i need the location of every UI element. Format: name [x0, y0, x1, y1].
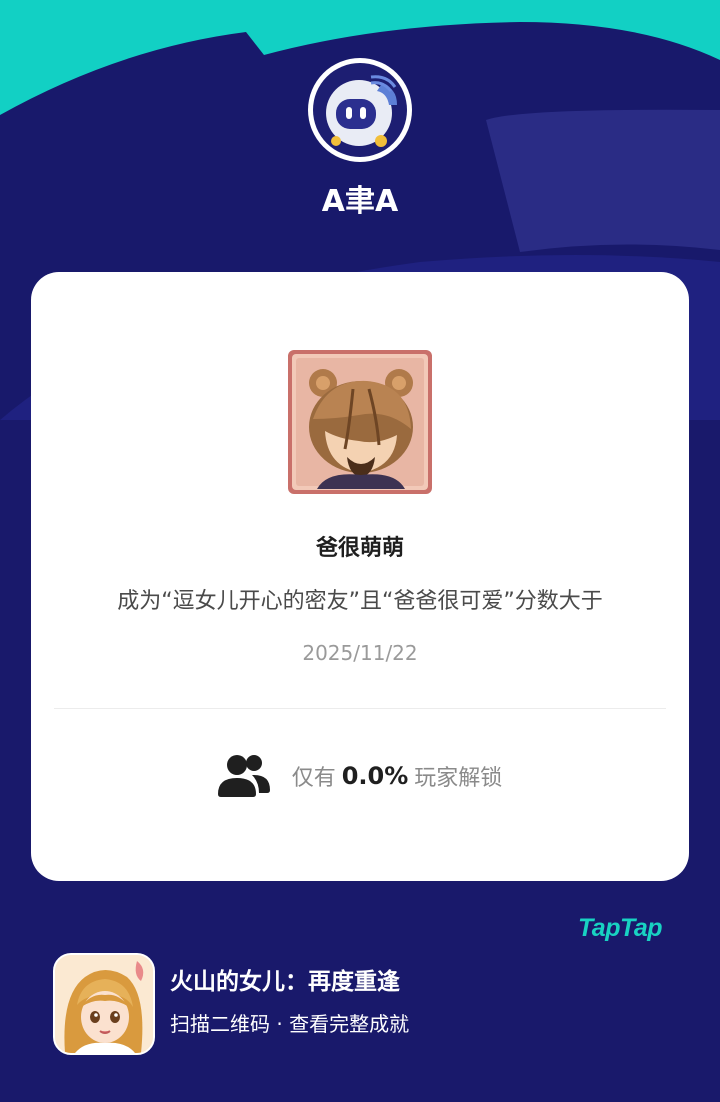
username: A聿A [321, 184, 399, 219]
achievement-title: 爸很萌萌 [315, 536, 404, 561]
game-subtitle: 扫描二维码 · 查看完整成就 [170, 1012, 410, 1036]
achievement-description: 成为“逗女儿开心的密友”且“爸爸很可爱”分数大于 [117, 589, 603, 614]
divider [54, 708, 666, 709]
game-name[interactable]: 火山的女儿：再度重逢 [170, 964, 400, 1000]
unlock-stat: 仅有 0.0% 玩家解锁 [31, 752, 689, 800]
achievement-date: 2025/11/22 [302, 641, 418, 665]
unlock-prefix: 仅有 [291, 766, 336, 791]
achievement-badge-icon [288, 350, 432, 494]
players-icon [217, 755, 270, 797]
game-cover-icon[interactable] [53, 953, 155, 1055]
unlock-suffix: 玩家解锁 [414, 766, 503, 791]
taptap-logo: TapTap [577, 914, 663, 942]
user-avatar[interactable] [308, 58, 412, 162]
achievement-card: 爸很萌萌 成为“逗女儿开心的密友”且“爸爸很可爱”分数大于 2025/11/22… [31, 272, 689, 881]
robot-avatar-icon [313, 63, 407, 157]
unlock-percent: 0.0% [341, 762, 409, 790]
